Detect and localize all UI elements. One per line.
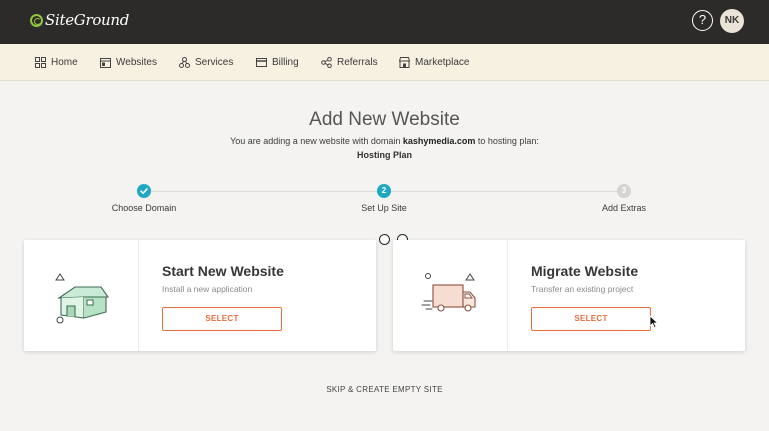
step-2-label: Set Up Site bbox=[361, 203, 407, 213]
step-3-number: 3 bbox=[617, 184, 631, 198]
step-1-label: Choose Domain bbox=[111, 203, 177, 213]
migrate-website-card[interactable]: Migrate Website Transfer an existing pro… bbox=[393, 240, 745, 351]
truck-icon bbox=[420, 270, 482, 333]
nav-label-websites: Websites bbox=[116, 57, 157, 68]
step-1-check-icon bbox=[137, 184, 151, 198]
logo-text: SiteGround bbox=[45, 11, 130, 29]
migrate-website-select-button[interactable]: SELECT bbox=[531, 307, 651, 331]
carousel-dot-1[interactable] bbox=[379, 234, 390, 245]
start-new-website-select-button[interactable]: SELECT bbox=[162, 307, 282, 331]
browser-icon bbox=[100, 57, 111, 68]
subtitle-suffix: to hosting plan: bbox=[475, 136, 539, 146]
hosting-plan-name: Hosting Plan bbox=[356, 150, 412, 160]
nav-item-home[interactable]: Home bbox=[35, 44, 78, 81]
nav-item-websites[interactable]: Websites bbox=[100, 44, 157, 81]
help-icon[interactable]: ? bbox=[692, 10, 713, 31]
card-description: Install a new application bbox=[162, 284, 253, 294]
domain-name: kashymedia.com bbox=[402, 136, 476, 146]
nav-item-referrals[interactable]: Referrals bbox=[321, 44, 378, 81]
main-navigation: Home Websites Services Billing Referrals… bbox=[0, 44, 769, 81]
skip-create-empty-site-link[interactable]: SKIP & CREATE EMPTY SITE bbox=[0, 385, 769, 394]
start-new-website-card[interactable]: Start New Website Install a new applicat… bbox=[24, 240, 376, 351]
top-bar: SiteGround ? NK bbox=[0, 0, 769, 44]
nav-item-services[interactable]: Services bbox=[179, 44, 233, 81]
siteground-logo[interactable]: SiteGround bbox=[30, 11, 129, 29]
subtitle-prefix: You are adding a new website with domain bbox=[230, 136, 403, 146]
store-icon bbox=[399, 57, 410, 68]
card-description: Transfer an existing project bbox=[531, 284, 634, 294]
share-icon bbox=[321, 57, 332, 68]
nav-label-home: Home bbox=[51, 57, 78, 68]
step-3-label: Add Extras bbox=[601, 203, 647, 213]
nav-label-billing: Billing bbox=[272, 57, 299, 68]
house-icon bbox=[51, 270, 113, 333]
mouse-cursor-icon bbox=[649, 315, 659, 334]
card-divider bbox=[138, 240, 139, 351]
card-icon bbox=[256, 58, 267, 67]
logo-icon bbox=[30, 13, 43, 27]
nav-item-billing[interactable]: Billing bbox=[256, 44, 299, 81]
nodes-icon bbox=[179, 57, 190, 68]
grid-icon bbox=[35, 57, 46, 68]
user-avatar[interactable]: NK bbox=[720, 9, 744, 33]
card-divider bbox=[507, 240, 508, 351]
card-title: Start New Website bbox=[162, 263, 284, 279]
page-subtitle: You are adding a new website with domain… bbox=[0, 136, 769, 146]
step-2-number: 2 bbox=[377, 184, 391, 198]
nav-label-services: Services bbox=[195, 57, 234, 68]
nav-item-marketplace[interactable]: Marketplace bbox=[399, 44, 469, 81]
page-title: Add New Website bbox=[309, 109, 460, 130]
nav-label-referrals: Referrals bbox=[337, 57, 378, 68]
nav-label-marketplace: Marketplace bbox=[415, 57, 470, 68]
card-title: Migrate Website bbox=[531, 263, 639, 279]
